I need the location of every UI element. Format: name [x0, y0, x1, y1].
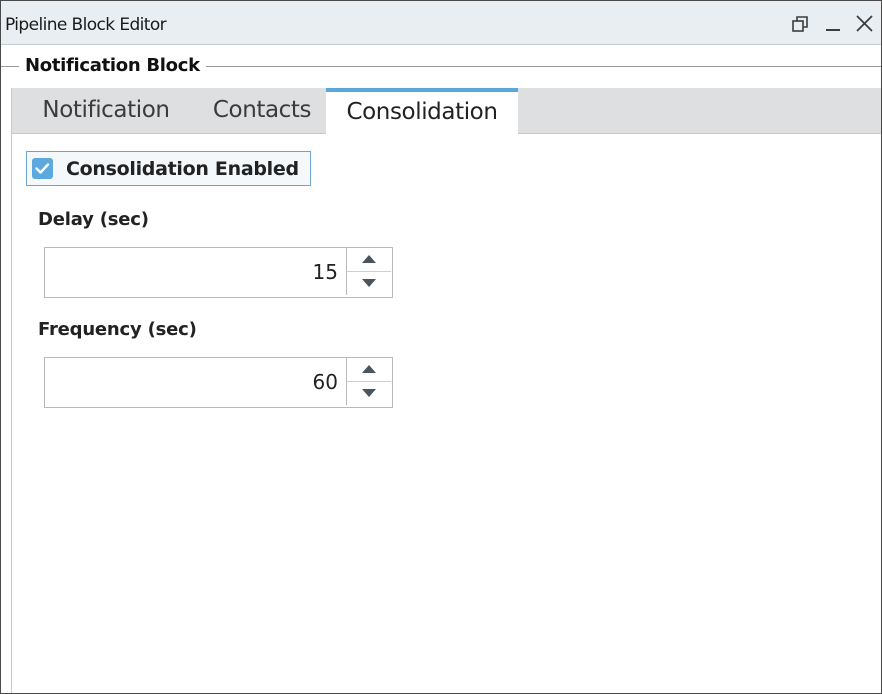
tab-contacts[interactable]: Contacts: [198, 88, 326, 133]
frequency-increment-button[interactable]: [346, 358, 391, 382]
tab-strip: Notification Contacts Consolidation: [12, 88, 881, 134]
delay-value[interactable]: 15: [313, 260, 338, 284]
frequency-decrement-button[interactable]: [346, 382, 391, 405]
frequency-label: Frequency (sec): [38, 319, 197, 340]
tab-consolidation[interactable]: Consolidation: [326, 88, 518, 134]
arrow-down-icon: [362, 389, 376, 397]
consolidation-enabled-label: Consolidation Enabled: [66, 158, 299, 180]
restore-icon[interactable]: [789, 13, 811, 35]
frequency-value[interactable]: 60: [313, 370, 338, 394]
delay-increment-button[interactable]: [346, 248, 391, 272]
close-icon[interactable]: [853, 13, 875, 35]
minimize-icon[interactable]: [822, 13, 844, 35]
arrow-down-icon: [362, 279, 376, 287]
arrow-up-icon: [362, 365, 376, 373]
checkbox-checked-icon[interactable]: [32, 158, 53, 179]
tab-notification[interactable]: Notification: [26, 88, 186, 133]
delay-spinner[interactable]: 15: [44, 247, 393, 298]
pipeline-block-editor-window: Pipeline Block Editor Notification Block…: [0, 0, 882, 694]
consolidation-enabled-checkbox[interactable]: Consolidation Enabled: [26, 151, 311, 186]
block-legend: Notification Block: [19, 55, 206, 76]
frequency-spinner[interactable]: 60: [44, 357, 393, 408]
delay-decrement-button[interactable]: [346, 272, 391, 295]
tab-notification-label: Notification: [42, 97, 170, 123]
window-title: Pipeline Block Editor: [5, 15, 167, 35]
tab-contacts-label: Contacts: [212, 97, 312, 123]
delay-label: Delay (sec): [38, 209, 149, 230]
title-bar[interactable]: Pipeline Block Editor: [1, 1, 881, 45]
tab-panel: Notification Contacts Consolidation Cons…: [11, 88, 881, 693]
tab-consolidation-label: Consolidation: [346, 99, 498, 125]
arrow-up-icon: [362, 255, 376, 263]
